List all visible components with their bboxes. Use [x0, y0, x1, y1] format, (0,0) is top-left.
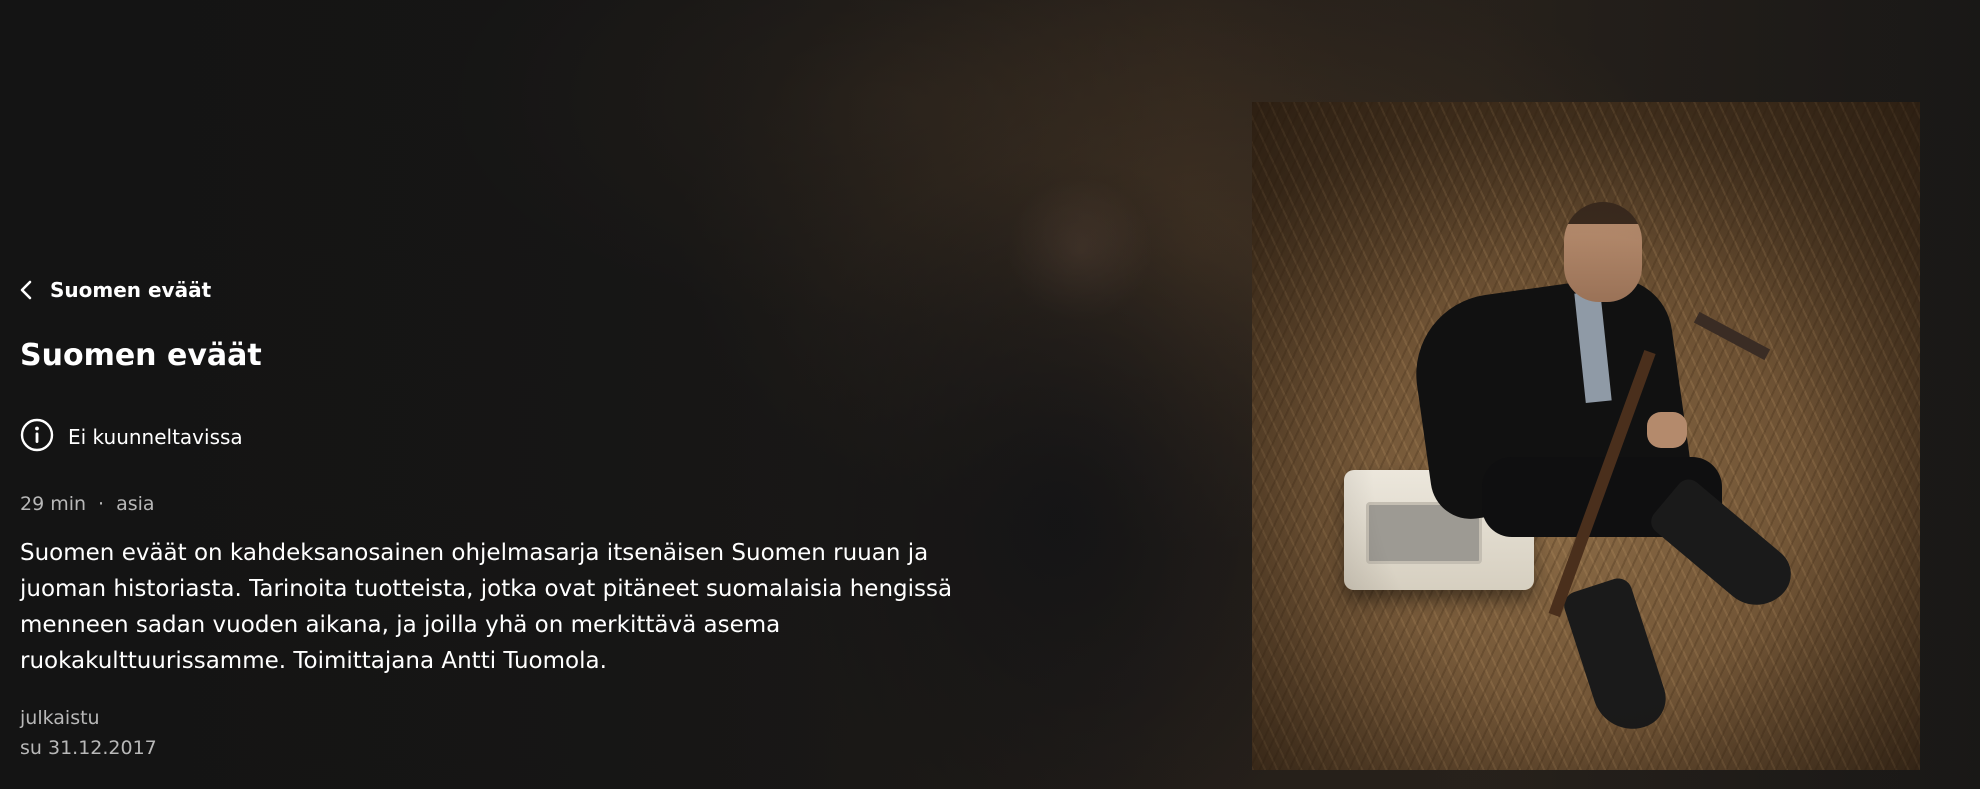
availability-status: Ei kuunneltavissa	[20, 418, 243, 456]
program-description: Suomen eväät on kahdeksanosainen ohjelma…	[20, 540, 953, 674]
published-date: su 31.12.2017	[20, 737, 157, 759]
back-link[interactable]: Suomen eväät	[20, 278, 211, 302]
category: asia	[116, 493, 155, 515]
meta-separator: ·	[98, 493, 105, 515]
page-title: Suomen eväät	[20, 338, 262, 373]
duration: 29 min	[20, 493, 87, 515]
availability-label: Ei kuunneltavissa	[68, 425, 243, 449]
poster-vignette	[1252, 102, 1920, 770]
chevron-left-icon	[20, 280, 32, 300]
program-poster-image	[1252, 102, 1920, 770]
published-info: julkaistu su 31.12.2017	[20, 703, 157, 763]
back-link-label: Suomen eväät	[50, 278, 212, 302]
published-label: julkaistu	[20, 707, 100, 729]
info-icon	[20, 418, 54, 456]
program-meta: 29 min · asia	[20, 493, 155, 515]
